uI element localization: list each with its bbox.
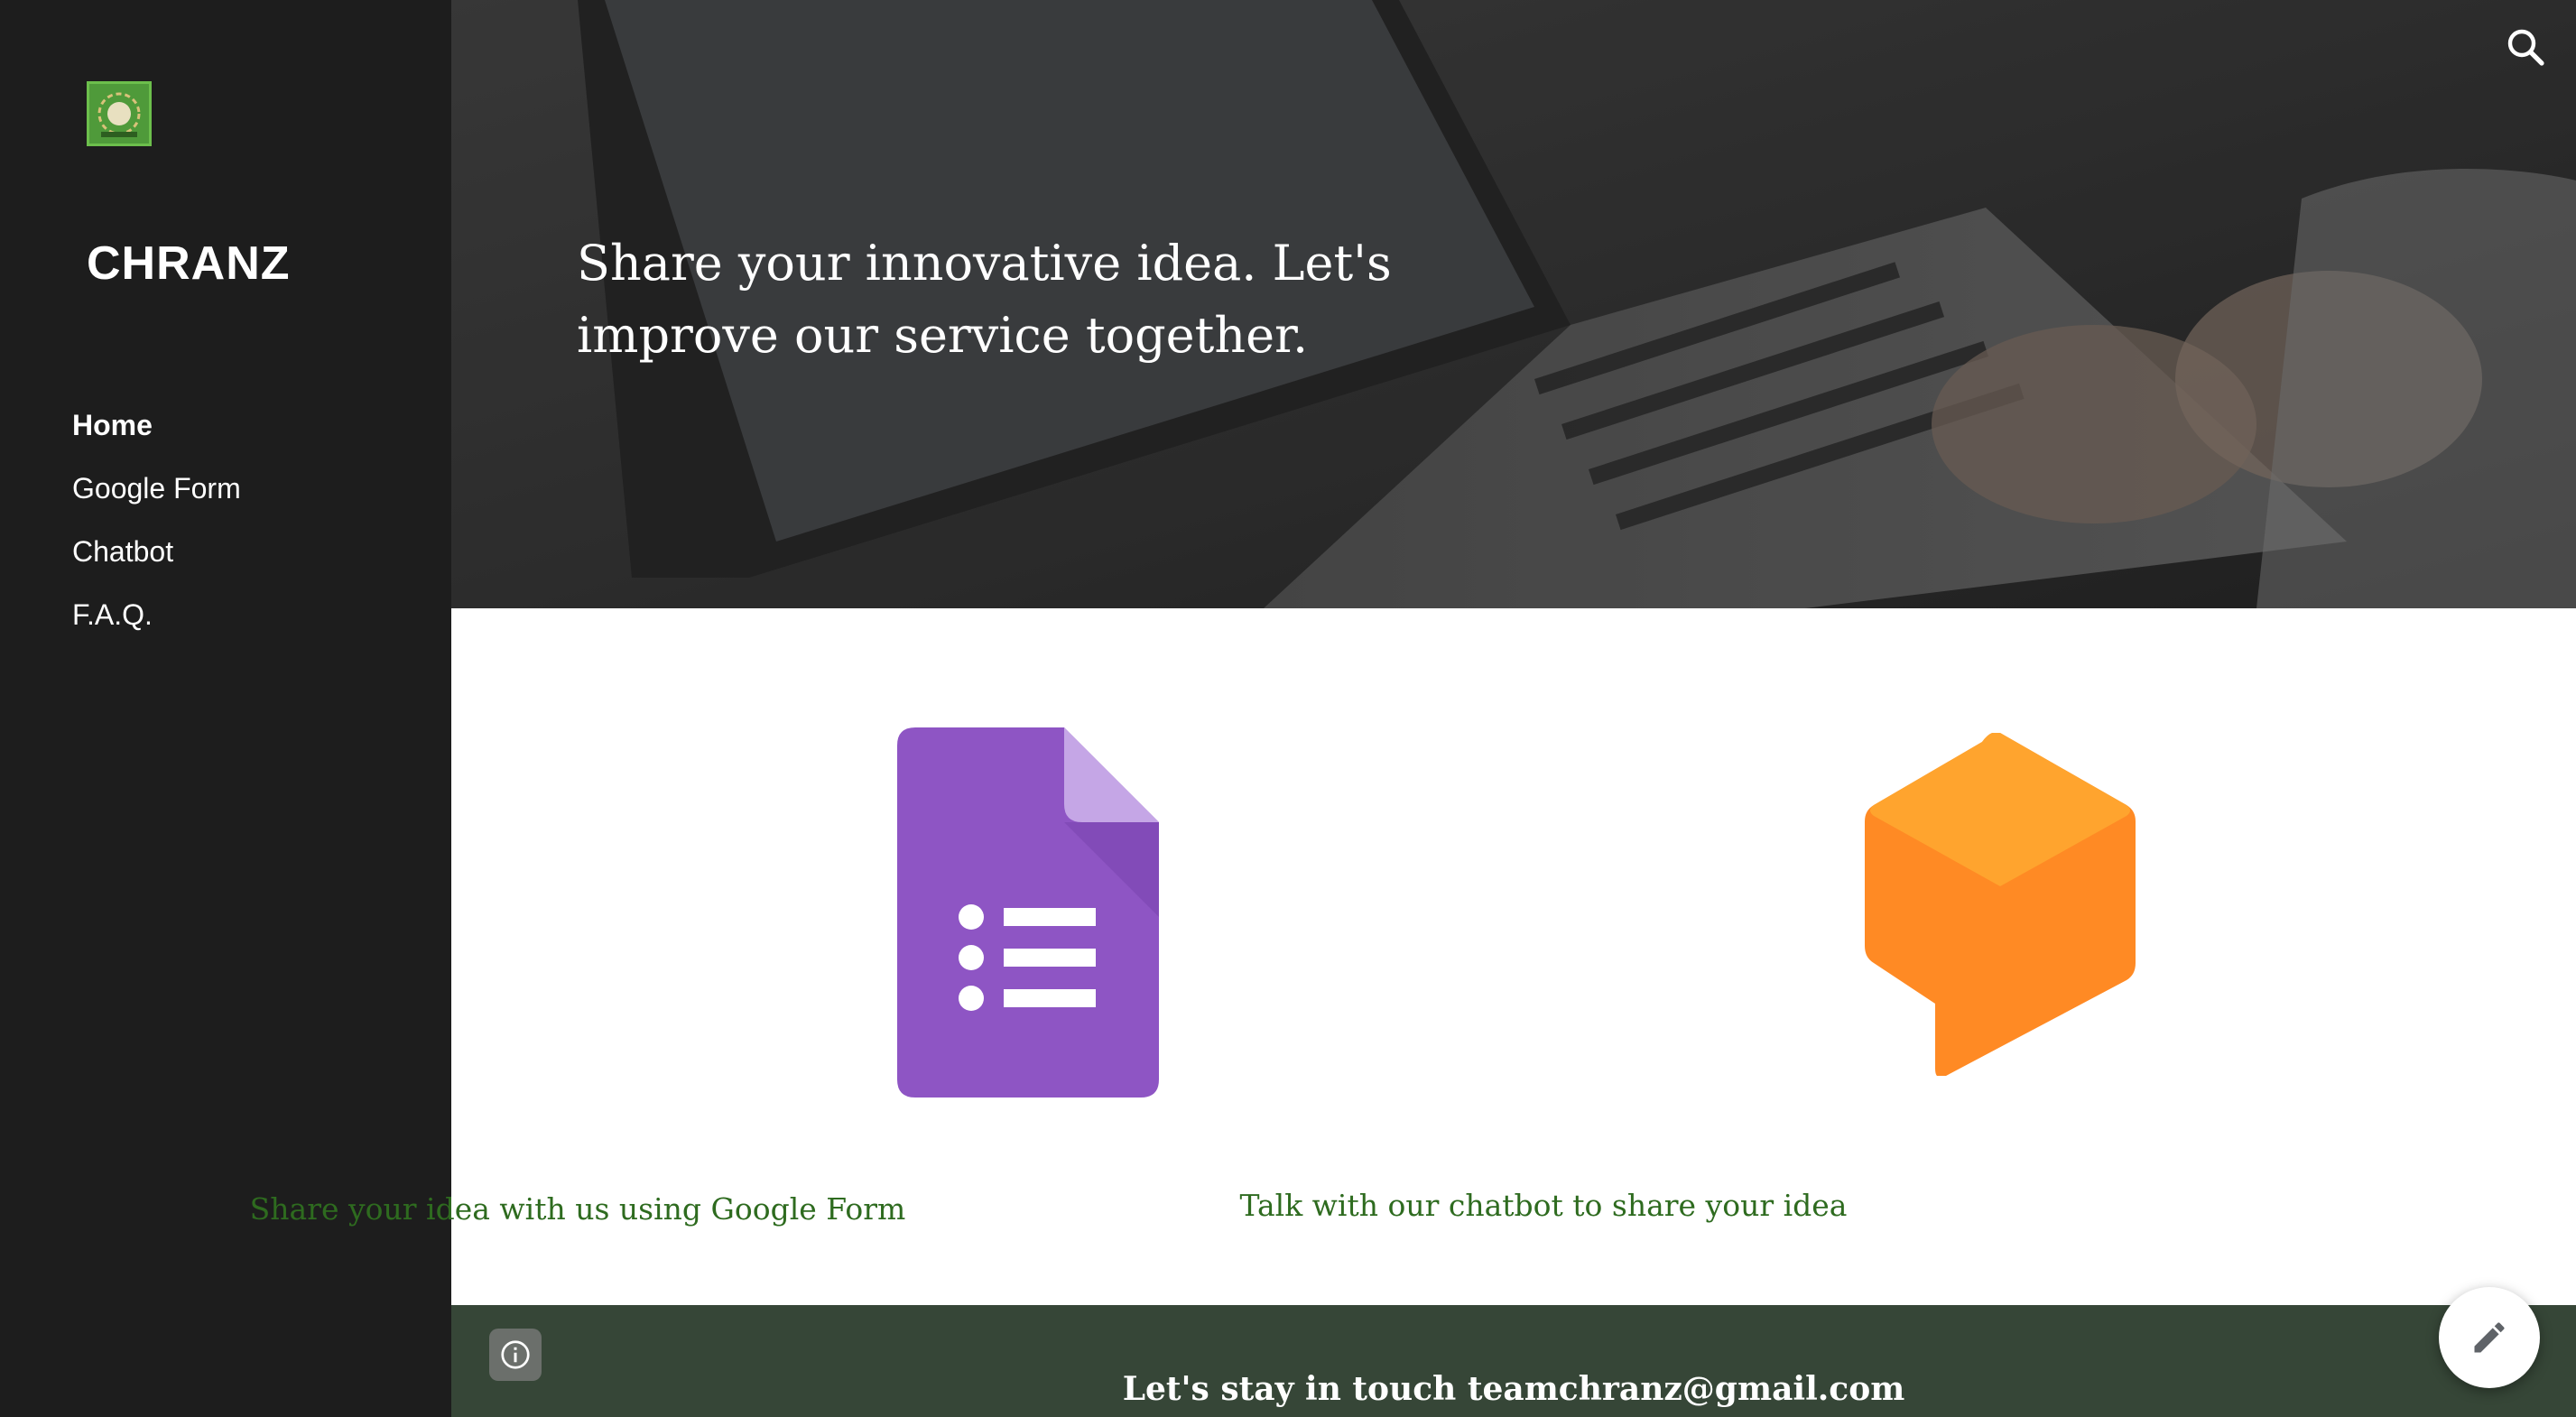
google-form-link[interactable]: Share your idea with us using Google For…	[235, 1191, 921, 1227]
site-nav: Home Google Form Chatbot F.A.Q.	[72, 403, 241, 655]
google-forms-icon[interactable]	[897, 727, 1168, 1097]
search-icon	[2507, 29, 2544, 66]
footer-contact-text: Let's stay in touch teamchranz@gmail.com	[1122, 1370, 1905, 1408]
laurel-wreath-logo-icon	[97, 92, 141, 137]
chatbot-link[interactable]: Talk with our chatbot to share your idea	[1200, 1188, 1886, 1223]
nav-item-home[interactable]: Home	[72, 403, 241, 466]
nav-item-google-form[interactable]: Google Form	[72, 466, 241, 529]
hero-headline: Share your innovative idea. Let's improv…	[577, 235, 1392, 364]
info-icon	[501, 1340, 530, 1369]
nav-item-chatbot[interactable]: Chatbot	[72, 529, 241, 592]
edit-button[interactable]	[2439, 1287, 2540, 1388]
pencil-edit-icon	[2474, 1322, 2505, 1353]
nav-item-faq[interactable]: F.A.Q.	[72, 592, 241, 655]
site-title[interactable]: CHRANZ	[87, 236, 291, 291]
dialogflow-chatbot-icon[interactable]	[1865, 733, 2136, 1076]
footer: Let's stay in touch teamchranz@gmail.com	[451, 1305, 2576, 1417]
site-logo[interactable]	[87, 81, 152, 146]
hero-banner: Share your innovative idea. Let's improv…	[451, 0, 2576, 608]
search-button[interactable]	[2504, 25, 2547, 69]
